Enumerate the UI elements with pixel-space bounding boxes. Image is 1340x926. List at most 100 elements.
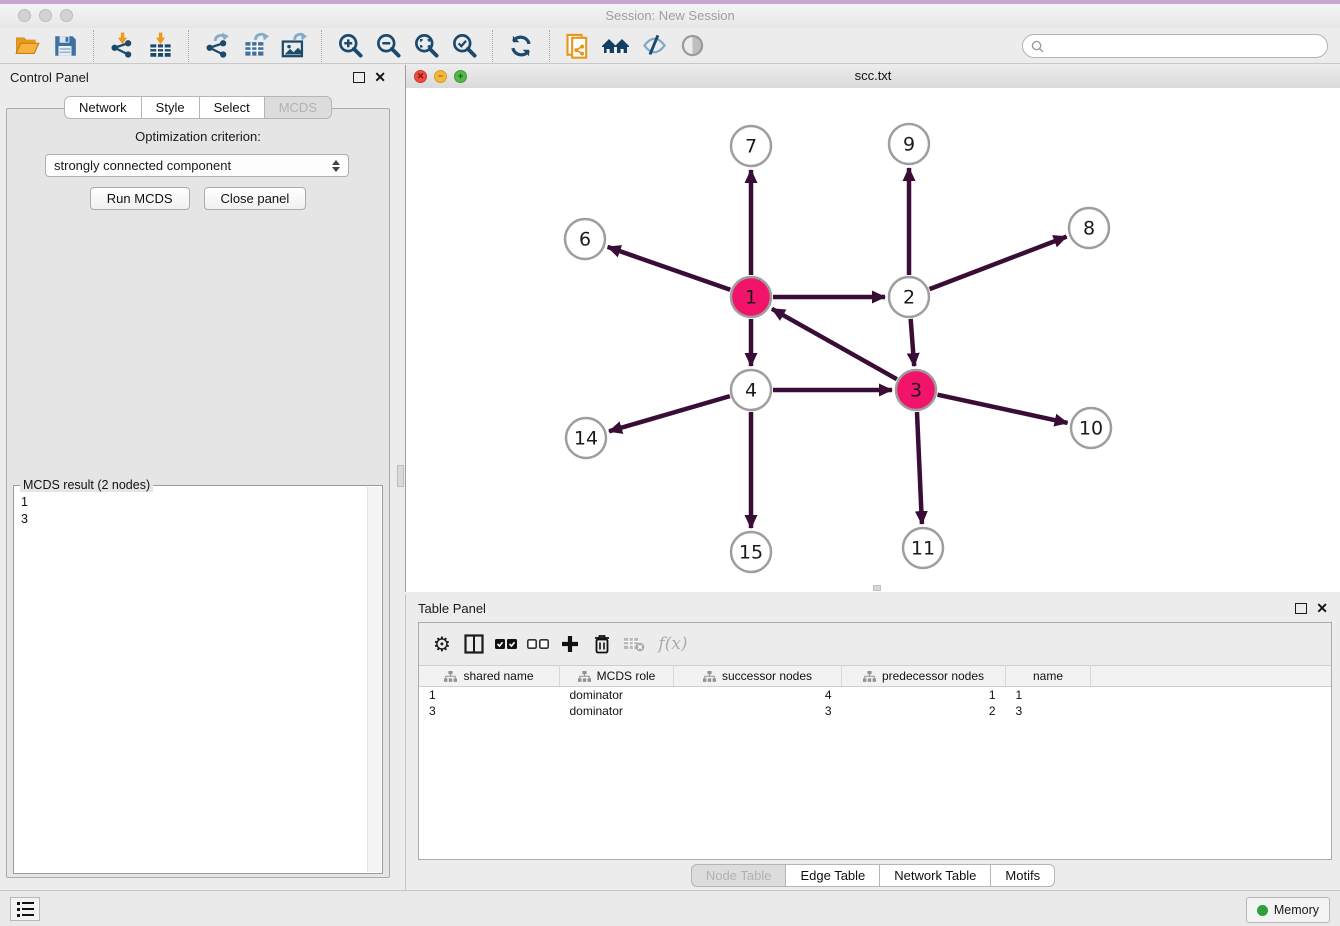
network-graph[interactable]: 7 9 6 8 1 2 4 3 14 10 15 11 [406, 88, 1340, 592]
graph-edge-3-1[interactable] [772, 309, 897, 379]
window-controls[interactable] [18, 9, 73, 22]
column-header-name[interactable]: name [1006, 666, 1091, 687]
graph-node-14[interactable]: 14 [566, 418, 606, 458]
close-panel-button[interactable]: Close panel [204, 187, 307, 210]
graph-edge-3-11[interactable] [917, 412, 922, 524]
export-network-button[interactable] [201, 30, 233, 62]
close-panel-icon[interactable]: ✕ [374, 70, 386, 84]
global-search[interactable] [1022, 34, 1328, 58]
graph-edge-2-8[interactable] [930, 237, 1067, 290]
destroy-table-button[interactable] [621, 631, 647, 657]
zoom-selected-button[interactable] [448, 30, 480, 62]
result-scrollbar[interactable] [367, 487, 381, 872]
graph-edge-3-10[interactable] [937, 395, 1067, 423]
save-session-button[interactable] [49, 30, 81, 62]
table-cell[interactable]: 4 [674, 687, 842, 704]
table-cell[interactable]: dominator [560, 703, 674, 719]
graph-edge-1-6[interactable] [608, 247, 731, 290]
mcds-result-box: MCDS result (2 nodes) 13 [13, 485, 383, 874]
table-cell[interactable]: 3 [419, 703, 560, 719]
table-cell[interactable]: 2 [842, 703, 1006, 719]
import-network-button[interactable] [106, 30, 138, 62]
search-input[interactable] [1049, 38, 1319, 54]
show-graphics-details-button[interactable] [676, 30, 708, 62]
tab-style[interactable]: Style [141, 96, 200, 119]
tab-network[interactable]: Network [64, 96, 142, 119]
zoom-window-button[interactable] [60, 9, 73, 22]
memory-button[interactable]: Memory [1246, 897, 1330, 923]
tab-select[interactable]: Select [199, 96, 265, 119]
hide-graphics-details-button[interactable] [638, 30, 670, 62]
minimize-network-button[interactable]: − [434, 70, 447, 83]
delete-row-button[interactable] [589, 631, 615, 657]
graph-edge-4-14[interactable] [609, 396, 730, 431]
deselect-all-button[interactable] [525, 631, 551, 657]
add-row-button[interactable] [557, 631, 583, 657]
column-header-shared-name[interactable]: shared name [419, 666, 560, 687]
table-cell[interactable]: 1 [419, 687, 560, 704]
table-row[interactable]: 1dominator411 [419, 687, 1331, 704]
zoom-in-button[interactable] [334, 30, 366, 62]
select-all-button[interactable] [493, 631, 519, 657]
run-mcds-button[interactable]: Run MCDS [90, 187, 190, 210]
table-cell[interactable]: 1 [842, 687, 1006, 704]
table-panel-header: Table Panel ✕ [406, 595, 1340, 621]
zoom-fit-icon [413, 32, 440, 59]
graph-node-6[interactable]: 6 [565, 219, 605, 259]
close-table-panel-icon[interactable]: ✕ [1316, 601, 1328, 615]
table-cell[interactable]: 1 [1006, 687, 1091, 704]
tab-motifs[interactable]: Motifs [990, 864, 1055, 887]
graph-node-11[interactable]: 11 [903, 528, 943, 568]
graph-node-4[interactable]: 4 [731, 370, 771, 410]
open-session-button[interactable] [11, 30, 43, 62]
table-row[interactable]: 3dominator323 [419, 703, 1331, 719]
minimize-window-button[interactable] [39, 9, 52, 22]
graph-node-2[interactable]: 2 [889, 277, 929, 317]
close-window-button[interactable] [18, 9, 31, 22]
function-builder-button[interactable]: f(x) [653, 631, 693, 657]
network-resize-handle[interactable] [873, 585, 881, 591]
network-window-controls[interactable]: ✕ − + [414, 70, 467, 83]
tab-node-table[interactable]: Node Table [691, 864, 787, 887]
graph-node-3[interactable]: 3 [896, 370, 936, 410]
graph-node-15[interactable]: 15 [731, 532, 771, 572]
table-settings-button[interactable]: ⚙ [429, 631, 455, 657]
network-snapshot-button[interactable] [562, 30, 594, 62]
column-header-predecessor-nodes[interactable]: predecessor nodes [842, 666, 1006, 687]
zoom-out-button[interactable] [372, 30, 404, 62]
criterion-dropdown[interactable]: strongly connected component [45, 154, 349, 177]
float-table-panel-icon[interactable] [1295, 603, 1307, 614]
network-canvas[interactable]: 7 9 6 8 1 2 4 3 14 10 15 11 [406, 88, 1340, 592]
graph-node-10[interactable]: 10 [1071, 408, 1111, 448]
import-table-button[interactable] [144, 30, 176, 62]
trash-icon [593, 634, 611, 654]
network-window-titlebar[interactable]: ✕ − + scc.txt [406, 65, 1340, 89]
export-image-button[interactable] [277, 30, 309, 62]
tab-edge-table[interactable]: Edge Table [785, 864, 880, 887]
home-button[interactable] [600, 30, 632, 62]
graph-node-9[interactable]: 9 [889, 124, 929, 164]
tab-mcds[interactable]: MCDS [264, 96, 332, 119]
close-network-button[interactable]: ✕ [414, 70, 427, 83]
split-view-icon [464, 634, 484, 654]
apply-layout-button[interactable] [505, 30, 537, 62]
table-cell[interactable]: dominator [560, 687, 674, 704]
graph-node-1[interactable]: 1 [731, 277, 771, 317]
graph-edge-2-3[interactable] [911, 319, 915, 366]
column-header-successor-nodes[interactable]: successor nodes [674, 666, 842, 687]
table-cell[interactable]: 3 [1006, 703, 1091, 719]
graph-node-7[interactable]: 7 [731, 126, 771, 166]
zoom-fit-button[interactable] [410, 30, 442, 62]
node-table[interactable]: shared nameMCDS rolesuccessor nodesprede… [419, 665, 1331, 719]
splitter-grip[interactable] [397, 465, 404, 487]
float-panel-icon[interactable] [353, 72, 365, 83]
tab-network-table[interactable]: Network Table [879, 864, 991, 887]
split-view-button[interactable] [461, 631, 487, 657]
table-cell[interactable]: 3 [674, 703, 842, 719]
task-history-button[interactable] [10, 897, 40, 921]
graph-node-8[interactable]: 8 [1069, 208, 1109, 248]
column-header-mcds-role[interactable]: MCDS role [560, 666, 674, 687]
maximize-network-button[interactable]: + [454, 70, 467, 83]
panel-splitter[interactable] [396, 65, 405, 890]
export-table-button[interactable] [239, 30, 271, 62]
